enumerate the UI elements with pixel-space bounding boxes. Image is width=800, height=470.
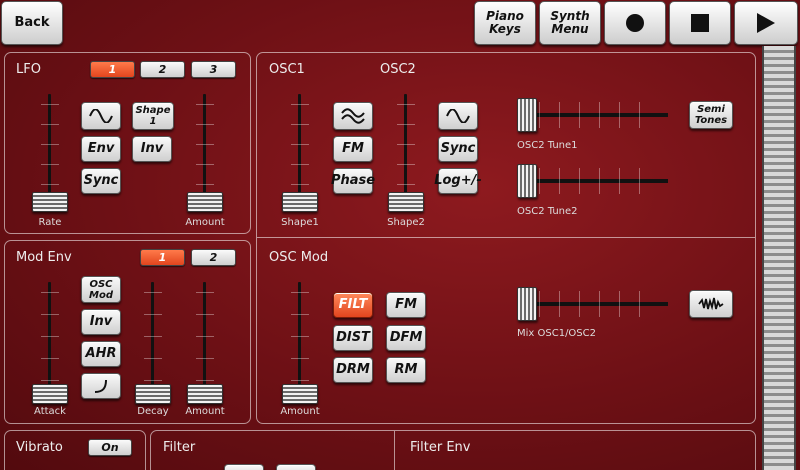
mod-env-tab-2[interactable]: 2 [191, 249, 236, 266]
osc-mod-amount-slider[interactable] [282, 282, 318, 404]
mod-env-decay-label: Decay [137, 406, 169, 417]
lfo-amount-slider[interactable] [187, 94, 223, 212]
mod-env-title: Mod Env [16, 250, 72, 265]
mod-env-attack-label: Attack [34, 406, 66, 417]
mod-env-ahr-button[interactable]: AHR [81, 341, 121, 367]
lfo-wave-button[interactable] [81, 102, 121, 130]
osc-shape2-slider[interactable] [388, 94, 424, 212]
osc-phase-button[interactable]: Phase [331, 168, 375, 194]
osc-sync-button[interactable]: Sync [438, 136, 478, 162]
osc2-title: OSC2 [380, 62, 416, 77]
mix-osc-thumb[interactable] [517, 287, 537, 321]
triangle-wave-icon [341, 108, 365, 124]
lfo-env-button[interactable]: Env [81, 136, 121, 162]
vertical-scrollbar[interactable] [762, 46, 796, 470]
record-icon [625, 13, 645, 33]
osc-mod-dfm-button[interactable]: DFM [386, 325, 426, 351]
vibrato-title: Vibrato [16, 440, 63, 455]
osc-mod-rm-button[interactable]: RM [386, 357, 426, 383]
back-button[interactable]: Back [1, 1, 63, 45]
sine-wave-icon [446, 109, 470, 123]
osc-fm-button[interactable]: FM [333, 136, 373, 162]
osc-mod-title: OSC Mod [269, 250, 329, 265]
play-button[interactable] [734, 1, 798, 45]
sine-wave-icon [89, 109, 113, 123]
lfo-tab-3[interactable]: 3 [191, 61, 236, 78]
osc2-tune2-label: OSC2 Tune2 [517, 206, 578, 217]
osc-log-button[interactable]: Log+/- [434, 168, 482, 194]
noise-wave-button[interactable] [689, 290, 733, 318]
mod-env-attack-thumb[interactable] [32, 384, 68, 404]
stop-icon [691, 14, 709, 32]
filter-env-title: Filter Env [410, 440, 471, 455]
lfo-rate-label: Rate [38, 217, 62, 228]
osc2-wave-button[interactable] [438, 102, 478, 130]
filter-divider [394, 431, 395, 470]
mod-env-amount-thumb[interactable] [187, 384, 223, 404]
mod-env-curve-button[interactable] [81, 373, 121, 399]
osc-shape2-label: Shape2 [387, 217, 425, 228]
mod-env-osc-mod-button[interactable]: OSC Mod [81, 276, 121, 303]
osc2-tune2-thumb[interactable] [517, 164, 537, 198]
mix-osc-label: Mix OSC1/OSC2 [517, 328, 596, 339]
mod-env-inv-button[interactable]: Inv [81, 309, 121, 335]
record-button[interactable] [604, 1, 666, 45]
osc-mod-amount-thumb[interactable] [282, 384, 318, 404]
osc-shape2-thumb[interactable] [388, 192, 424, 212]
osc-divider [257, 237, 755, 238]
mod-env-attack-slider[interactable] [32, 282, 68, 404]
vibrato-on-toggle[interactable]: On [88, 439, 132, 456]
osc2-tune1-label: OSC2 Tune1 [517, 140, 578, 151]
lfo-tab-1[interactable]: 1 [90, 61, 135, 78]
mod-env-tab-1[interactable]: 1 [140, 249, 185, 266]
noise-wave-icon [698, 297, 724, 311]
osc-shape1-thumb[interactable] [282, 192, 318, 212]
filter-button-1[interactable] [224, 464, 264, 470]
lfo-rate-thumb[interactable] [32, 192, 68, 212]
mix-osc-slider[interactable] [517, 287, 668, 321]
osc-mod-fm-button[interactable]: FM [386, 292, 426, 318]
osc-mod-amount-label: Amount [280, 406, 320, 417]
osc2-tune1-slider[interactable] [517, 98, 668, 132]
osc1-title: OSC1 [269, 62, 305, 77]
osc2-tune1-thumb[interactable] [517, 98, 537, 132]
stop-button[interactable] [669, 1, 731, 45]
osc1-wave-button[interactable] [333, 102, 373, 130]
filter-title: Filter [163, 440, 196, 455]
piano-keys-button[interactable]: Piano Keys [474, 1, 536, 45]
osc-shape1-label: Shape1 [281, 217, 319, 228]
osc-mod-dist-button[interactable]: DIST [333, 325, 373, 351]
lfo-rate-slider[interactable] [32, 94, 68, 212]
semi-tones-button[interactable]: Semi Tones [689, 101, 733, 129]
synth-menu-button[interactable]: Synth Menu [539, 1, 601, 45]
mod-env-amount-slider[interactable] [187, 282, 223, 404]
mod-env-decay-slider[interactable] [135, 282, 171, 404]
lfo-tab-2[interactable]: 2 [140, 61, 185, 78]
lfo-sync-button[interactable]: Sync [81, 168, 121, 194]
lfo-title: LFO [16, 62, 41, 77]
lfo-shape-button[interactable]: Shape 1 [132, 102, 174, 130]
osc2-tune2-slider[interactable] [517, 164, 668, 198]
lfo-inv-button[interactable]: Inv [132, 136, 172, 162]
osc-panel [256, 52, 756, 424]
osc-shape1-slider[interactable] [282, 94, 318, 212]
play-icon [757, 13, 775, 33]
curve-icon [93, 378, 109, 394]
osc-mod-drm-button[interactable]: DRM [333, 357, 373, 383]
lfo-amount-thumb[interactable] [187, 192, 223, 212]
filter-button-2[interactable] [276, 464, 316, 470]
osc-mod-filt-button[interactable]: FILT [333, 292, 373, 318]
mod-env-amount-label: Amount [185, 406, 225, 417]
lfo-amount-label: Amount [185, 217, 225, 228]
mod-env-decay-thumb[interactable] [135, 384, 171, 404]
